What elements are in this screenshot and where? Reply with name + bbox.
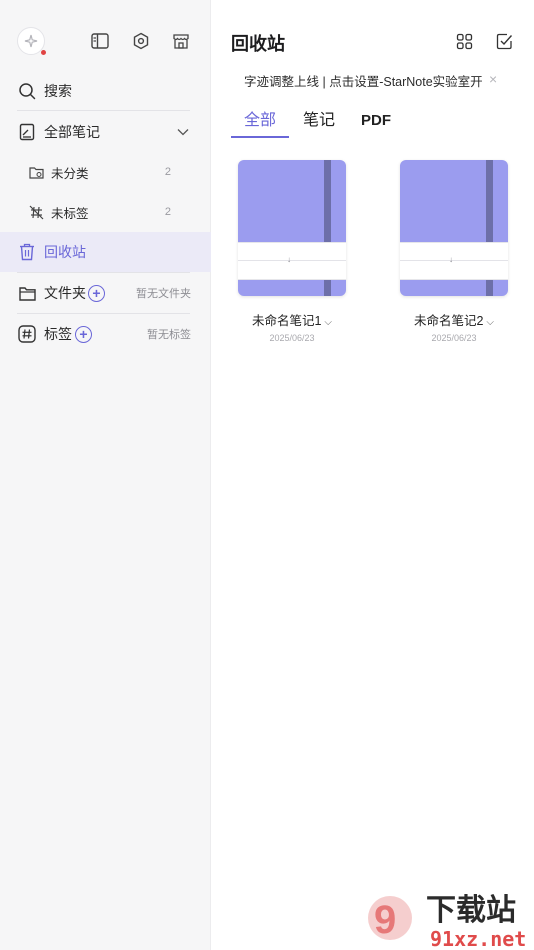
folder-icon [17,283,37,303]
tab-pdf[interactable]: PDF [359,110,393,138]
notebook-cover[interactable]: ↓ [400,160,508,296]
chevron-down-icon[interactable]: ⌵ [486,317,494,328]
no-tag-icon [28,204,44,220]
notebook-icon [17,122,37,142]
settings-hexagon-icon[interactable] [130,30,152,52]
add-tag-button[interactable]: + [75,325,92,343]
select-checkbox-icon[interactable] [493,30,515,52]
folders-empty-hint: 暂无文件夹 [136,288,191,300]
untagged-label: 未标签 [51,206,89,221]
svg-text:下载站: 下载站 [426,893,516,928]
store-icon[interactable] [170,30,192,52]
uncategorized-count: 2 [164,166,171,178]
sidebar-toolbar [0,22,211,60]
announcement-banner-text[interactable]: 字迹调整上线 | 点击设置-StarNote实验室开... [244,71,482,90]
tab-all[interactable]: 全部 [231,110,289,138]
tags-empty-hint: 暂无标签 [147,329,191,341]
notebook-cover[interactable]: ↓ [238,160,346,296]
note-date: 2025/06/23 [269,333,315,343]
svg-text:9: 9 [374,898,396,942]
folder-outline-icon [28,164,44,180]
notification-dot [41,50,46,55]
hashtag-icon [17,324,37,344]
main-content: 回收站 字迹调整上线 | 点击设置-StarNote实验室开... × 全部 笔… [211,0,534,950]
cover-label-band [238,242,346,280]
sidebar-item-uncategorized[interactable]: 未分类 2 [0,160,211,184]
app-logo-button[interactable] [17,27,46,55]
close-icon[interactable]: × [489,71,497,87]
all-notes-label: 全部笔记 [44,124,100,140]
add-folder-button[interactable]: + [88,284,105,302]
tags-label: 标签 [44,326,72,342]
divider [17,110,190,111]
sidebar-item-tags[interactable]: 标签 + 暂无标签 [0,322,211,346]
sidebar: 搜索 全部笔记 未分类 2 未标签 2 回收站 文件夹 + 暂无文件夹 标签 +… [0,0,211,950]
arrow-down-icon: ↓ [287,255,291,264]
note-name: 未命名笔记2 [413,314,484,328]
grid-view-icon[interactable] [453,30,475,52]
sidebar-item-folders[interactable]: 文件夹 + 暂无文件夹 [0,281,211,305]
sidebar-item-all-notes[interactable]: 全部笔记 [0,119,211,145]
uncategorized-label: 未分类 [51,166,89,181]
note-date: 2025/06/23 [431,333,477,343]
cover-strap [324,160,331,242]
svg-text:91xz.net: 91xz.net [430,927,526,950]
search-icon [17,81,37,101]
note-name-row[interactable]: 未命名笔记1 ⌵ [238,310,346,329]
sidebar-item-untagged[interactable]: 未标签 2 [0,200,211,224]
divider [17,272,190,273]
note-card[interactable]: ↓ 未命名笔记2 ⌵ 2025/06/23 [400,160,510,343]
untagged-count: 2 [164,206,171,218]
trash-label: 回收站 [44,244,86,260]
search-label: 搜索 [44,83,72,99]
chevron-down-icon[interactable]: ⌵ [324,317,332,328]
sidebar-item-trash[interactable]: 回收站 [0,232,211,272]
divider [17,313,190,314]
page-title: 回收站 [231,34,285,54]
sidebar-search[interactable]: 搜索 [0,78,211,104]
sidebar-toggle-icon[interactable] [89,30,111,52]
trash-icon [17,242,37,262]
sparkle-icon [24,34,38,48]
note-card[interactable]: ↓ 未命名笔记1 ⌵ 2025/06/23 [238,160,348,343]
cover-strap [486,160,493,242]
cover-label-band [400,242,508,280]
folders-label: 文件夹 [44,285,86,301]
filter-tabs: 全部 笔记 PDF [231,110,521,138]
arrow-down-icon: ↓ [449,255,453,264]
tab-notes[interactable]: 笔记 [301,110,337,138]
chevron-down-icon[interactable] [177,123,189,141]
note-name-row[interactable]: 未命名笔记2 ⌵ [400,310,508,329]
note-name: 未命名笔记1 [251,314,322,328]
watermark-logo: 9 下载站 91xz.net [360,888,534,950]
